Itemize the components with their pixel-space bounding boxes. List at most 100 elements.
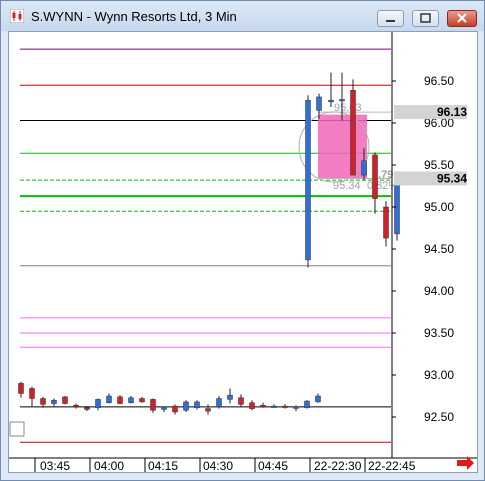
change-pct: 0.82%	[367, 180, 398, 192]
candle[interactable]	[216, 396, 222, 409]
candle-body	[316, 96, 322, 111]
candle[interactable]	[315, 393, 321, 403]
candle-body	[117, 396, 123, 404]
candle-body	[372, 154, 378, 199]
candle[interactable]	[73, 403, 79, 409]
box-bottom-value: 95.34	[333, 180, 361, 192]
candle-body	[205, 408, 211, 412]
box-top-value: 95.63	[334, 102, 362, 114]
x-tick-label: 22-22:45	[368, 459, 416, 472]
candle[interactable]	[172, 404, 178, 415]
candle-body	[238, 397, 244, 405]
candle-body	[183, 401, 189, 411]
candle-body	[339, 99, 345, 102]
close-button[interactable]	[447, 10, 477, 27]
candle-body	[40, 398, 46, 405]
candle[interactable]	[383, 201, 389, 247]
candle-body	[150, 399, 156, 411]
y-tick-label: 95.50	[424, 158, 454, 172]
candle-body	[128, 397, 134, 403]
candle-body	[51, 399, 57, 404]
candle-body	[161, 406, 167, 410]
candle-body	[260, 404, 266, 408]
candle-body	[249, 402, 255, 409]
maximize-button[interactable]	[412, 10, 439, 27]
x-tick-label: 03:45	[40, 459, 70, 472]
candle[interactable]	[150, 398, 156, 413]
minimize-icon	[386, 20, 395, 22]
candle[interactable]	[249, 400, 255, 411]
candle-body	[282, 405, 288, 408]
candle[interactable]	[372, 152, 378, 214]
candle[interactable]	[40, 396, 46, 408]
annotations: 95.6395.340.790.82%	[298, 102, 398, 192]
candle[interactable]	[304, 400, 310, 409]
candle[interactable]	[394, 178, 400, 241]
candle[interactable]	[350, 79, 356, 176]
candle[interactable]	[227, 388, 233, 404]
highlight-box	[318, 114, 367, 179]
y-tick-label: 92.50	[424, 410, 454, 424]
candle[interactable]	[183, 400, 189, 412]
candle-body	[194, 401, 200, 409]
y-tick-label: 94.50	[424, 242, 454, 256]
candle[interactable]	[238, 394, 244, 407]
y-tick-label: 95.00	[424, 200, 454, 214]
minimize-button[interactable]	[377, 10, 404, 27]
chart-frame: 95.63 95.34 0.79 0.82% 96.50 96.00 95.50 95.00…	[8, 31, 478, 473]
candle[interactable]	[51, 398, 57, 407]
candle[interactable]	[106, 393, 112, 404]
candle-body	[315, 395, 321, 403]
candle[interactable]	[194, 400, 200, 410]
candle-body	[73, 404, 79, 408]
candle-body	[18, 383, 24, 394]
x-tick-label: 04:00	[94, 459, 124, 472]
candle[interactable]	[205, 404, 211, 415]
scroll-box[interactable]	[9, 421, 25, 437]
close-icon	[457, 13, 467, 23]
candle[interactable]	[328, 72, 334, 108]
candle-body	[139, 398, 145, 403]
candle-body	[84, 407, 90, 410]
candle[interactable]	[305, 95, 311, 268]
candle[interactable]	[293, 405, 299, 412]
candle-body	[305, 100, 311, 261]
candle[interactable]	[260, 402, 266, 408]
candle-body	[293, 406, 299, 409]
title-bar[interactable]: S.WYNN - Wynn Resorts Ltd, 3 Min	[1, 1, 484, 31]
candle[interactable]	[282, 404, 288, 409]
candle-body	[95, 399, 101, 409]
candle[interactable]	[62, 396, 68, 405]
candle-body	[271, 405, 277, 408]
candle-body	[29, 388, 35, 399]
y-tick-label: 94.00	[424, 284, 454, 298]
price-label: 96.13	[437, 105, 467, 119]
y-tick-label: 96.50	[424, 74, 454, 88]
price-label: 95.34	[437, 171, 467, 185]
candle-body	[350, 89, 356, 176]
candle[interactable]	[117, 395, 123, 405]
candle-body	[328, 100, 334, 103]
y-tick-label: 93.50	[424, 326, 454, 340]
price-chart[interactable]: 95.6395.340.790.82% 96.5096.0095.5095.00…	[9, 32, 477, 473]
candle-body	[172, 405, 178, 413]
candle[interactable]	[271, 404, 277, 408]
candle-body	[62, 396, 68, 404]
candle[interactable]	[95, 398, 101, 411]
x-tick-label: 04:30	[203, 459, 233, 472]
window-title: S.WYNN - Wynn Resorts Ltd, 3 Min	[31, 9, 237, 24]
candle-body	[227, 394, 233, 400]
candle-body	[394, 182, 400, 235]
x-tick-label: 04:45	[258, 459, 288, 472]
candle-body	[383, 206, 389, 239]
app-icon	[10, 9, 24, 23]
candle-body	[216, 398, 222, 408]
candle[interactable]	[29, 386, 35, 407]
candle[interactable]	[161, 406, 167, 412]
candle[interactable]	[139, 396, 145, 403]
chart-window: S.WYNN - Wynn Resorts Ltd, 3 Min 95.63 95…	[0, 0, 485, 481]
candle[interactable]	[18, 381, 24, 398]
candle-body	[361, 160, 367, 176]
candle[interactable]	[128, 396, 134, 404]
x-tick-label: 22-22:30	[314, 459, 362, 472]
